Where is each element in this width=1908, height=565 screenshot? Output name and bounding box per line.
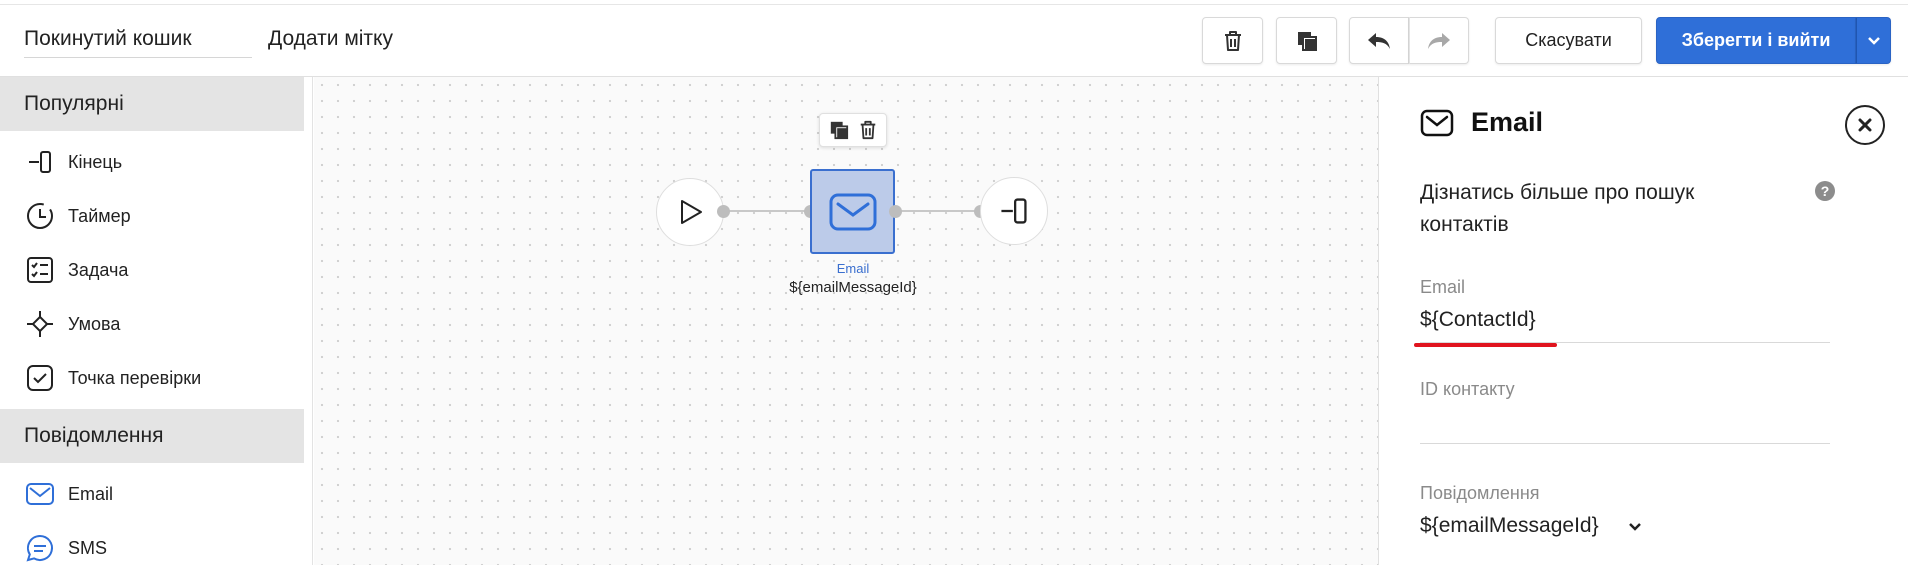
close-panel-button[interactable] [1845, 105, 1885, 145]
chevron-down-icon [1867, 36, 1880, 45]
palette-item-label: Таймер [68, 205, 131, 226]
palette-item-end[interactable]: Кінець [24, 142, 122, 182]
email-output-port[interactable] [889, 205, 902, 218]
email-icon [1420, 109, 1454, 142]
palette-item-timer[interactable]: Таймер [24, 196, 131, 236]
chevron-down-icon[interactable] [1628, 519, 1642, 537]
highlight-underline [1414, 343, 1557, 347]
email-field-label: Email [1420, 277, 1466, 297]
undo-button[interactable] [1349, 17, 1409, 64]
email-node-caption: Email [836, 261, 870, 276]
redo-button[interactable] [1409, 17, 1469, 64]
palette-item-label: Умова [68, 313, 121, 334]
palette-section-messages: Повідомлення [0, 409, 304, 463]
sms-icon [24, 532, 56, 564]
palette-item-condition[interactable]: Умова [24, 304, 120, 344]
save-options-dropdown[interactable] [1856, 17, 1891, 64]
cancel-button[interactable]: Скасувати [1495, 17, 1642, 64]
node-action-toolbar [819, 113, 887, 147]
email-node[interactable] [810, 169, 895, 254]
top-toolbar: Покинутий кошик Додати мітку Скасувати З… [0, 0, 1908, 77]
connector-start-email [724, 210, 809, 212]
trash-icon [1224, 30, 1241, 51]
copy-icon[interactable] [829, 120, 849, 140]
palette-item-sms[interactable]: SMS [24, 528, 107, 565]
email-field[interactable]: ${ContactId} [1420, 308, 1536, 332]
palette-section-popular: Популярні [0, 77, 304, 131]
end-icon [24, 146, 56, 178]
connector-email-end [895, 210, 981, 212]
end-node[interactable] [980, 177, 1048, 245]
save-and-exit-button[interactable]: Зберегти і вийти [1656, 17, 1856, 64]
message-select[interactable]: ${emailMessageId} [1420, 514, 1599, 538]
delete-button[interactable] [1202, 17, 1263, 64]
start-output-port[interactable] [717, 205, 730, 218]
email-icon [829, 193, 876, 230]
email-field-underline [1420, 342, 1830, 343]
message-field-label: Повідомлення [1420, 483, 1540, 503]
flow-name-field[interactable]: Покинутий кошик [24, 20, 252, 58]
flow-canvas[interactable]: Email ${emailMessageId} [314, 77, 1378, 565]
panel-title: Email [1471, 107, 1544, 137]
top-divider [0, 4, 1908, 5]
undo-icon [1368, 32, 1390, 49]
palette-item-checkpoint[interactable]: Точка перевірки [24, 358, 201, 398]
redo-icon [1428, 32, 1450, 49]
email-icon [24, 478, 56, 510]
block-palette: Популярні Кінець Таймер Задача Умова Точ… [0, 77, 313, 565]
palette-item-email[interactable]: Email [24, 474, 113, 514]
palette-item-label: Кінець [68, 151, 123, 172]
condition-icon [24, 308, 56, 340]
properties-panel: Email Дізнатись більше про пошук контакт… [1378, 77, 1908, 565]
palette-item-label: Задача [68, 259, 129, 280]
palette-item-label: SMS [68, 537, 108, 558]
palette-item-label: Точка перевірки [68, 367, 202, 388]
start-node[interactable] [656, 178, 724, 246]
help-icon[interactable]: ? [1815, 181, 1835, 201]
duplicate-button[interactable] [1276, 17, 1337, 64]
close-icon [1858, 118, 1872, 132]
palette-item-task[interactable]: Задача [24, 250, 128, 290]
task-icon [24, 254, 56, 286]
trash-icon[interactable] [858, 119, 878, 141]
contact-id-field-underline [1420, 443, 1830, 444]
timer-icon [24, 200, 56, 232]
learn-more-link[interactable]: Дізнатись більше про пошук контактів [1420, 177, 1760, 241]
checkpoint-icon [24, 362, 56, 394]
contact-id-field-label: ID контакту [1420, 379, 1515, 399]
end-icon [1001, 198, 1027, 224]
palette-item-label: Email [68, 483, 114, 504]
play-icon [681, 200, 702, 224]
copy-icon [1297, 31, 1317, 51]
add-label-button[interactable]: Додати мітку [268, 20, 393, 58]
email-node-message-ref: ${emailMessageId} [789, 279, 917, 296]
